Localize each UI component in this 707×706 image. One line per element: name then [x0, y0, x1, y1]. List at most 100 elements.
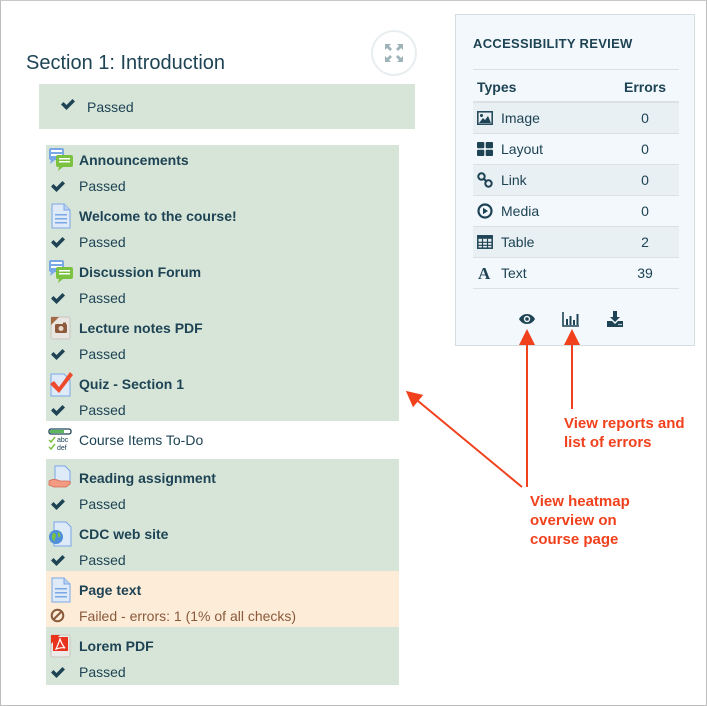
type-label: Link [501, 172, 527, 188]
annotation-line: overview on [530, 512, 617, 529]
panel-title: ACCESSIBILITY REVIEW [473, 36, 633, 51]
download-icon [607, 311, 623, 327]
course-item: CDC web site Passed [46, 515, 399, 571]
column-header-errors: Errors [611, 69, 679, 103]
course-item: Page text Failed - errors: 1 (1% of all … [46, 571, 399, 627]
course-item: Lorem PDF Passed [46, 627, 399, 685]
page-icon [48, 203, 74, 229]
forum-icon [48, 259, 74, 285]
error-count: 2 [611, 226, 679, 258]
expand-arrows-icon [385, 44, 403, 62]
item-status-text: Passed [79, 345, 126, 362]
table-row: Layout 0 [473, 133, 679, 165]
checklist-icon: abc def [48, 427, 74, 453]
error-count: 0 [611, 164, 679, 196]
assignment-icon [48, 465, 74, 491]
table-icon [477, 234, 493, 250]
check-icon [50, 347, 66, 361]
item-status-text: Failed - errors: 1 (1% of all checks) [79, 607, 297, 624]
item-status-text: Passed [79, 663, 126, 680]
annotation-line: View heatmap [530, 493, 630, 510]
panel-actions [456, 309, 694, 329]
text-a-icon: A [477, 265, 493, 281]
table-row: Table 2 [473, 226, 679, 258]
course-item: abc def Course Items To-Do [46, 421, 399, 459]
forum-icon [48, 147, 74, 173]
item-title-link[interactable]: Lorem PDF [79, 638, 154, 654]
item-status-text: Passed [79, 551, 126, 568]
table-row: Link 0 [473, 164, 679, 196]
check-icon [60, 97, 76, 116]
check-icon [50, 235, 66, 249]
errors-table: Types Errors Image 0 Layout 0 Link 0 Med… [473, 69, 679, 289]
table-row: A Text 39 [473, 257, 679, 289]
item-title-link[interactable]: Page text [79, 582, 141, 598]
check-icon [50, 553, 66, 567]
table-row: Media 0 [473, 195, 679, 227]
item-title-link[interactable]: Lecture notes PDF [79, 320, 203, 336]
column-header-types: Types [473, 69, 611, 103]
item-title-link[interactable]: CDC web site [79, 526, 168, 542]
image-file-icon [48, 315, 74, 341]
type-label: Image [501, 110, 540, 126]
check-icon [50, 403, 66, 417]
page-icon [48, 577, 74, 603]
expand-section-button[interactable] [373, 32, 415, 74]
check-icon [50, 179, 66, 193]
image-icon [477, 110, 493, 126]
course-item: Welcome to the course! Passed [46, 197, 399, 253]
section-status-text: Passed [87, 98, 134, 115]
error-count: 0 [611, 195, 679, 227]
play-circle-icon [477, 203, 493, 219]
pdf-icon [48, 633, 74, 659]
item-status-text: Passed [79, 289, 126, 306]
annotation-line: View reports and [564, 415, 685, 432]
view-reports-button[interactable] [560, 309, 582, 329]
layout-grid-icon [477, 141, 493, 157]
annotation-line: course page [530, 531, 619, 548]
eye-icon [519, 314, 535, 324]
view-heatmap-button[interactable] [516, 309, 538, 329]
svg-text:def: def [57, 445, 67, 452]
ban-icon [50, 608, 66, 623]
check-icon [50, 665, 66, 679]
error-count: 0 [611, 102, 679, 134]
item-title-link[interactable]: Discussion Forum [79, 264, 201, 280]
quiz-icon [48, 371, 74, 397]
annotation-reports: View reports and list of errors [564, 414, 685, 452]
url-icon [48, 521, 74, 547]
type-label: Text [501, 265, 527, 281]
table-row: Image 0 [473, 102, 679, 134]
check-icon [50, 291, 66, 305]
course-items-list: Announcements Passed Welcome to the cour… [46, 145, 399, 685]
type-label: Layout [501, 141, 544, 157]
item-status-text: Passed [79, 401, 126, 418]
course-item: Reading assignment Passed [46, 459, 399, 515]
link-icon [477, 172, 493, 188]
svg-text:A: A [478, 265, 491, 281]
item-title-link[interactable]: Announcements [79, 152, 189, 168]
course-item: Announcements Passed [46, 145, 399, 197]
accessibility-review-panel: ACCESSIBILITY REVIEW Types Errors Image … [455, 14, 695, 346]
item-title-link[interactable]: Course Items To-Do [79, 432, 203, 448]
item-title-link[interactable]: Reading assignment [79, 470, 216, 486]
item-title-link[interactable]: Welcome to the course! [79, 208, 237, 224]
item-status-text: Passed [79, 495, 126, 512]
error-count: 0 [611, 133, 679, 165]
section-title: Section 1: Introduction [26, 52, 226, 74]
item-status-text: Passed [79, 233, 126, 250]
type-label: Table [501, 234, 535, 250]
annotation-heatmap: View heatmap overview on course page [530, 492, 630, 549]
item-title-link[interactable]: Quiz - Section 1 [79, 376, 184, 392]
type-label: Media [501, 203, 540, 219]
download-report-button[interactable] [604, 309, 626, 329]
course-item: Discussion Forum Passed [46, 253, 399, 309]
section-status-banner: Passed [39, 84, 415, 129]
check-icon [50, 497, 66, 511]
bar-chart-icon [562, 312, 579, 327]
error-count: 39 [611, 257, 679, 289]
item-status-text: Passed [79, 177, 126, 194]
course-item: Lecture notes PDF Passed [46, 309, 399, 365]
annotation-line: list of errors [564, 434, 652, 451]
course-item: Quiz - Section 1 Passed [46, 365, 399, 421]
